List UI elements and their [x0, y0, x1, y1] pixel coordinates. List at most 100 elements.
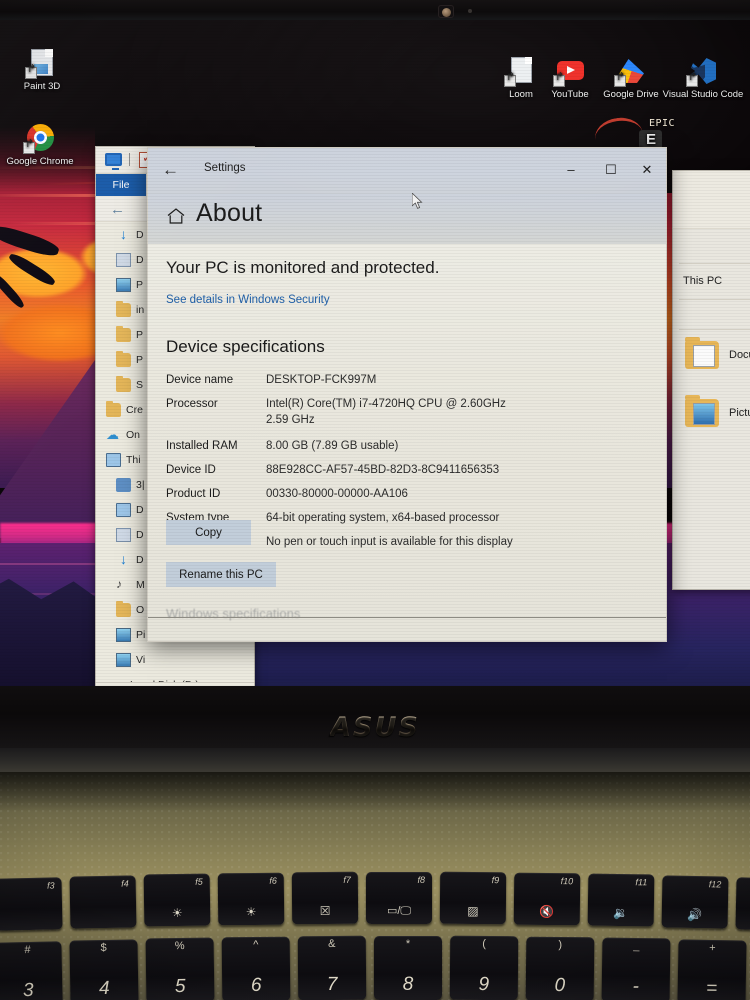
key-0[interactable]: ) 0	[525, 936, 595, 1000]
volume-down-icon: 🔉	[613, 905, 629, 921]
key-shift-symbol: $	[100, 941, 107, 955]
key-fn-label: f9	[491, 875, 500, 886]
key-f5[interactable]: f5 ☀	[143, 873, 211, 927]
this-pc-icon[interactable]	[105, 153, 122, 170]
desktop-icon-visual-studio-code[interactable]: Visual Studio Code	[659, 56, 747, 101]
spec-value: DESKTOP-FCK997M	[266, 374, 377, 386]
key-label: -	[632, 975, 640, 998]
copy-button[interactable]: Copy	[166, 520, 251, 545]
key-3[interactable]: # 3	[0, 941, 63, 1000]
key-4[interactable]: $ 4	[69, 939, 139, 1000]
section-title-windows-specifications: Windows specifications	[166, 606, 301, 621]
key-f6[interactable]: f6 ☀	[217, 872, 285, 926]
key-shift-symbol: ^	[253, 938, 259, 952]
spec-row-device-name: Device name DESKTOP-FCK997M	[166, 372, 636, 388]
settings-page-header: About	[148, 194, 666, 244]
desktop-icon-google-chrome[interactable]: Google Chrome	[0, 123, 80, 168]
tree-item-label: P	[136, 353, 144, 366]
file-explorer-window-right[interactable]: This PC Docum Pictures	[672, 170, 750, 590]
key-label: =	[705, 977, 718, 1000]
key-label: 3	[22, 979, 34, 1000]
key-f8[interactable]: f8 ▭/🖵	[366, 872, 432, 924]
section-title-device-specifications: Device specifications	[166, 337, 325, 356]
rename-this-pc-button[interactable]: Rename this PC	[166, 562, 276, 587]
breadcrumb-this-pc[interactable]: This PC	[683, 275, 722, 287]
key-f3[interactable]: f3	[0, 877, 63, 931]
key-label: 6	[250, 974, 262, 997]
spec-key: Device ID	[166, 464, 216, 476]
tree-item[interactable]: Vi	[96, 647, 254, 672]
key-7[interactable]: & 7	[297, 935, 367, 1000]
desktop-icon-label: Paint 3D	[23, 81, 61, 92]
key-f7[interactable]: f7 ☒	[291, 871, 359, 925]
key-6[interactable]: ^ 6	[221, 936, 291, 1000]
tree-item-label: D	[136, 503, 144, 516]
tab-file[interactable]: File	[96, 174, 146, 196]
spec-value: 8.00 GB (7.89 GB usable)	[266, 440, 399, 452]
folder-icon	[116, 300, 131, 317]
key-f11[interactable]: f11 🔉	[587, 873, 655, 927]
key-equals[interactable]: + =	[677, 939, 747, 1000]
windows-security-link[interactable]: See details in Windows Security	[166, 294, 330, 306]
key-shift-symbol: _	[633, 939, 640, 953]
touchpad-toggle-icon: ▨	[467, 903, 479, 919]
spec-key: Installed RAM	[166, 440, 238, 452]
key-shift-symbol: %	[174, 939, 185, 953]
volume-up-icon: 🔊	[687, 907, 703, 923]
this-pc-icon	[106, 452, 121, 467]
list-item[interactable]: Docum	[685, 337, 750, 369]
key-fn-label: f8	[417, 875, 425, 885]
pictures-folder-icon	[685, 395, 719, 427]
list-item[interactable]: Pictures	[685, 395, 750, 427]
back-button[interactable]: ←	[162, 160, 179, 180]
key-8[interactable]: * 8	[374, 936, 442, 1000]
tree-item-label: D	[136, 553, 144, 566]
home-icon[interactable]	[166, 207, 186, 225]
close-button[interactable]: ✕	[632, 158, 662, 182]
key-f4[interactable]: f4	[69, 875, 137, 929]
key-shift-symbol: #	[24, 943, 31, 957]
tree-item-label: P	[136, 328, 144, 341]
key-fn-label: f11	[635, 877, 648, 888]
desktop-icon-paint-3d[interactable]: Paint 3D	[2, 48, 82, 93]
chrome-icon	[23, 123, 55, 154]
tree-item-label: S	[136, 378, 144, 391]
key-9[interactable]: ( 9	[449, 935, 519, 1000]
spec-key: Device name	[166, 374, 234, 386]
key-f9[interactable]: f9 ▨	[439, 871, 507, 925]
folder-icon	[116, 325, 131, 342]
desktop-icon-label: Google Drive	[603, 89, 659, 100]
tree-item-label: P	[136, 278, 144, 291]
toolbar-divider	[129, 153, 130, 166]
maximize-button[interactable]: ☐	[596, 158, 626, 182]
back-arrow-icon[interactable]: ←	[110, 201, 125, 218]
key-f10[interactable]: f10 🔇	[513, 872, 581, 926]
document-icon	[116, 252, 131, 267]
key-shift-symbol: +	[709, 941, 716, 955]
minimize-button[interactable]: –	[556, 158, 586, 182]
key-f12[interactable]: f12 🔊	[661, 875, 729, 929]
webcam-icon	[438, 5, 454, 18]
display-off-icon: ☒	[319, 903, 331, 919]
tree-item-local-disk-d[interactable]: Local Disk (D:)	[96, 672, 254, 682]
window-title: Settings	[204, 162, 246, 174]
key-pause-break[interactable]: pause break	[735, 877, 750, 931]
key-label: 0	[554, 974, 566, 997]
explorer-right-toolbar	[673, 171, 750, 229]
folder-icon	[116, 375, 131, 392]
key-shift-symbol: *	[405, 938, 411, 950]
key-shift-symbol: )	[558, 938, 563, 952]
desktop-icon	[116, 502, 131, 517]
brightness-up-icon: ☀	[245, 904, 257, 920]
laptop-screen: Paint 3D Google Chrome Loom YouTube Go	[0, 18, 750, 686]
key-5[interactable]: % 5	[145, 937, 215, 1000]
key-minus[interactable]: _ -	[601, 937, 671, 1000]
spec-row-product-id: Product ID 00330-80000-00000-AA106	[166, 486, 636, 502]
key-fn-label: f6	[269, 875, 277, 886]
settings-window[interactable]: ← Settings – ☐ ✕ About Your PC is monito…	[147, 147, 667, 642]
laptop-hinge	[0, 748, 750, 772]
window-bottom-edge	[148, 617, 666, 618]
downloads-icon: ↓	[120, 550, 127, 567]
asus-brand-logo: ASUS	[330, 712, 420, 743]
settings-titlebar: ← Settings – ☐ ✕	[148, 148, 666, 194]
